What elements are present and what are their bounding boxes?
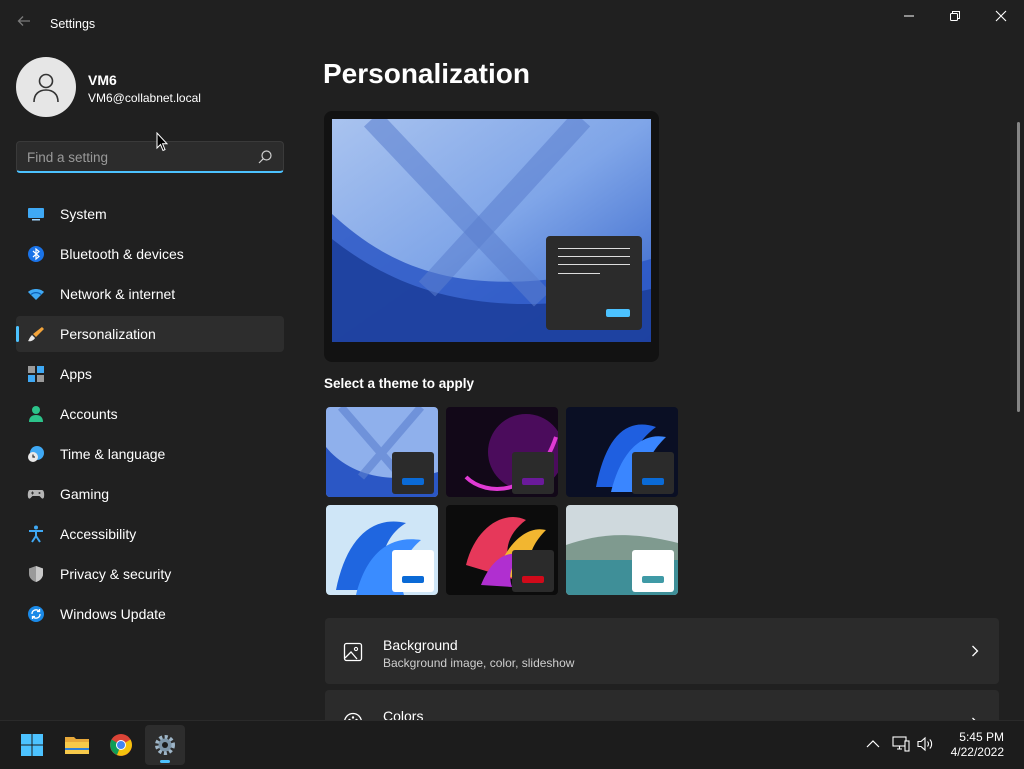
bluetooth-icon (28, 246, 44, 262)
sidebar-item-time-language[interactable]: Time & language (16, 436, 284, 472)
clock[interactable]: 5:45 PM 4/22/2022 (951, 730, 1004, 760)
sidebar-item-label: Network & internet (60, 286, 176, 302)
shield-icon (29, 566, 43, 582)
background-card[interactable]: Background Background image, color, slid… (325, 618, 999, 684)
clock-date: 4/22/2022 (950, 745, 1004, 759)
sidebar-item-apps[interactable]: Apps (16, 356, 284, 392)
search-input[interactable] (17, 142, 247, 172)
restore-icon (950, 11, 960, 21)
wifi-icon (28, 289, 44, 300)
sidebar-item-label: Time & language (60, 446, 166, 462)
page-title: Personalization (323, 58, 530, 89)
chrome-button[interactable] (101, 725, 141, 765)
system-icon (28, 208, 44, 221)
theme-thumbnail[interactable] (566, 407, 678, 497)
person-icon (33, 73, 59, 103)
theme-thumbnail[interactable] (446, 407, 558, 497)
sidebar-item-accounts[interactable]: Accounts (16, 396, 284, 432)
search-box[interactable] (16, 141, 284, 173)
settings-icon (155, 735, 175, 755)
taskbar: 5:45 PM 4/22/2022 (0, 720, 1024, 769)
sidebar-item-personalization[interactable]: Personalization (16, 316, 284, 352)
title-bar: Settings (0, 0, 1024, 48)
sidebar-item-label: Apps (60, 366, 92, 382)
palette-icon (344, 712, 362, 720)
sidebar-item-label: Windows Update (60, 606, 166, 622)
minimize-button[interactable] (886, 0, 932, 32)
sidebar-item-accessibility[interactable]: Accessibility (16, 516, 284, 552)
card-subtitle: Background image, color, slideshow (383, 656, 575, 670)
sidebar-nav: System Bluetooth & devices Network & int… (16, 196, 284, 636)
sidebar-item-bluetooth[interactable]: Bluetooth & devices (16, 236, 284, 272)
mouse-cursor-icon (156, 132, 168, 152)
sidebar-item-label: Bluetooth & devices (60, 246, 184, 262)
user-email: VM6@collabnet.local (88, 91, 201, 105)
minimize-icon (904, 15, 914, 17)
chrome-icon (110, 734, 132, 756)
restore-button[interactable] (932, 0, 978, 32)
sidebar-item-gaming[interactable]: Gaming (16, 476, 284, 512)
theme-thumbnail[interactable] (566, 505, 678, 595)
card-title: Background (383, 637, 458, 653)
sidebar-item-label: Personalization (60, 326, 156, 342)
start-button[interactable] (12, 725, 52, 765)
sidebar-item-windows-update[interactable]: Windows Update (16, 596, 284, 632)
update-icon (28, 606, 44, 622)
back-arrow-icon[interactable] (14, 14, 34, 34)
sidebar-item-label: Accessibility (60, 526, 137, 542)
accounts-icon (29, 406, 43, 422)
image-icon (343, 642, 363, 662)
theme-thumbnail[interactable] (326, 407, 438, 497)
active-app-indicator (160, 760, 170, 763)
preview-window (546, 236, 642, 330)
close-button[interactable] (978, 0, 1024, 32)
accessibility-icon (29, 525, 43, 543)
theme-thumbnail[interactable] (446, 505, 558, 595)
theme-thumbnail[interactable] (326, 505, 438, 595)
clock-globe-icon (28, 446, 44, 462)
chevron-right-icon (972, 645, 979, 657)
search-icon[interactable] (257, 149, 273, 165)
colors-card[interactable]: Colors (325, 690, 999, 720)
close-icon (995, 10, 1007, 22)
file-explorer-button[interactable] (57, 725, 97, 765)
gamepad-icon (27, 490, 45, 499)
scrollbar-thumb[interactable] (1017, 122, 1020, 412)
sidebar-item-privacy-security[interactable]: Privacy & security (16, 556, 284, 592)
network-icon[interactable] (892, 736, 910, 752)
volume-icon[interactable] (917, 736, 935, 752)
file-explorer-icon (65, 737, 89, 754)
clock-time: 5:45 PM (959, 730, 1004, 744)
settings-taskbar-button[interactable] (145, 725, 185, 765)
sidebar-item-label: Privacy & security (60, 566, 172, 582)
window-title: Settings (50, 17, 96, 31)
brush-icon (28, 327, 44, 342)
apps-icon (28, 366, 44, 382)
start-icon (21, 734, 43, 756)
sidebar-item-network[interactable]: Network & internet (16, 276, 284, 312)
sidebar-item-label: System (60, 206, 107, 222)
themes-label: Select a theme to apply (324, 376, 475, 391)
user-name: VM6 (88, 72, 117, 88)
chevron-up-icon[interactable] (866, 739, 880, 749)
card-title: Colors (383, 708, 424, 720)
avatar[interactable] (16, 57, 76, 117)
sidebar-item-label: Gaming (60, 486, 110, 502)
sidebar-item-label: Accounts (60, 406, 118, 422)
sidebar-item-system[interactable]: System (16, 196, 284, 232)
